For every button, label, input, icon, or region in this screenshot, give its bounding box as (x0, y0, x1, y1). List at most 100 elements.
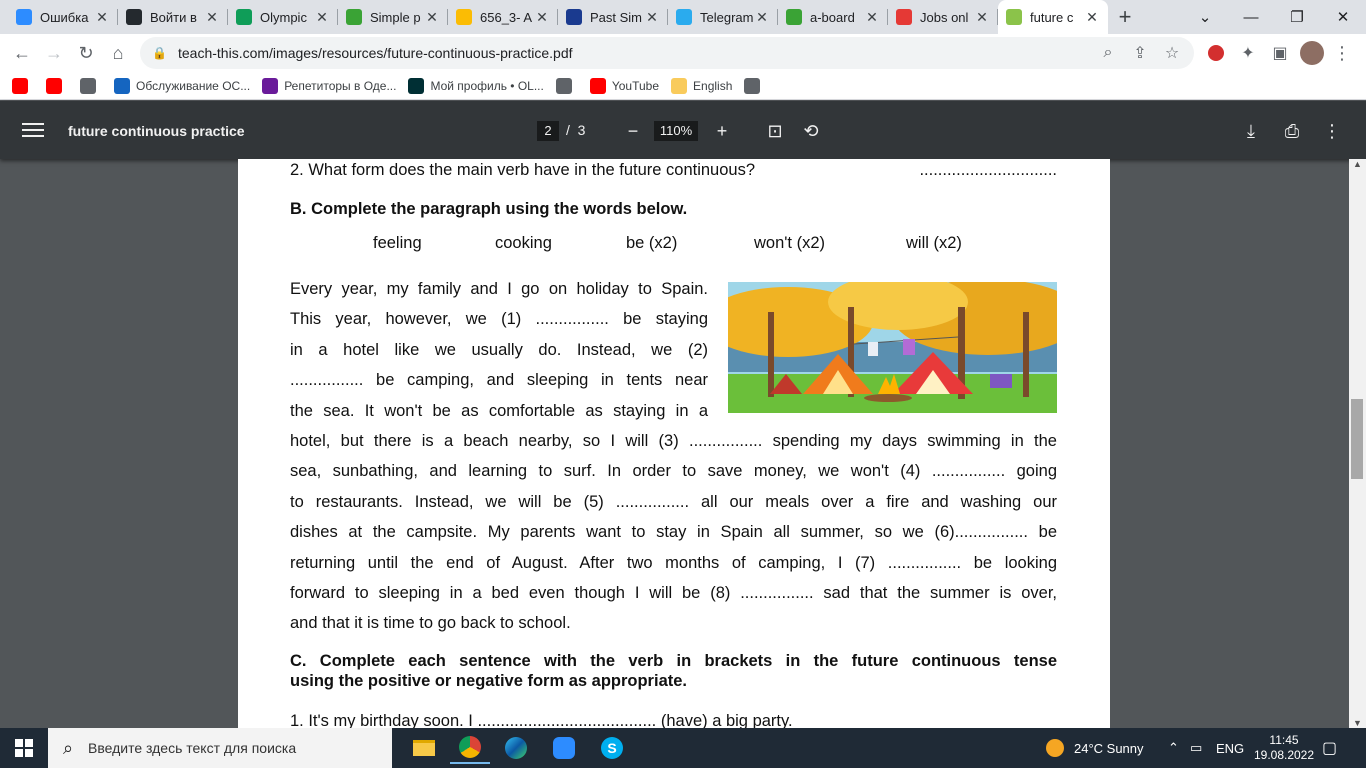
bookmark-item[interactable]: English (665, 74, 738, 98)
folder-icon (671, 77, 688, 94)
url-text: teach-this.com/images/resources/future-c… (178, 45, 573, 61)
download-icon[interactable]: ⤓ (1238, 118, 1264, 144)
zoom-level-input[interactable]: 110% (654, 121, 698, 141)
close-tab-icon[interactable]: ✕ (94, 9, 110, 26)
camping-illustration (728, 282, 1057, 413)
github-icon (126, 9, 142, 25)
chrome-taskbar-icon[interactable] (450, 732, 490, 764)
close-tab-icon[interactable]: ✕ (974, 9, 990, 26)
browser-tab[interactable]: Telegram ✕ (668, 0, 778, 34)
close-tab-icon[interactable]: ✕ (424, 9, 440, 26)
fit-page-icon[interactable]: ⊡ (762, 118, 788, 144)
maximize-button[interactable]: ❐ (1274, 0, 1320, 34)
close-tab-icon[interactable]: ✕ (534, 9, 550, 26)
extension-red-icon[interactable] (1200, 37, 1232, 69)
browser-tab[interactable]: Simple p ✕ (338, 0, 448, 34)
vertical-scrollbar[interactable]: ▲ ▼ (1349, 159, 1366, 728)
bookmark-star-icon[interactable]: ☆ (1156, 43, 1188, 63)
zoom-icon[interactable]: ⌕ (1092, 44, 1124, 62)
paragraph-line: Every year, my family and I go on holida… (290, 280, 708, 298)
file-explorer-icon[interactable] (404, 732, 444, 764)
bookmark-item[interactable] (550, 74, 584, 98)
skype-icon[interactable]: S (592, 732, 632, 764)
youtube-icon (589, 77, 606, 94)
browser-tab[interactable]: Past Sim ✕ (558, 0, 668, 34)
bookmark-item[interactable]: Репетиторы в Оде... (256, 74, 402, 98)
close-tab-icon[interactable]: ✕ (204, 9, 220, 26)
browser-tab[interactable]: future c ✕ (998, 0, 1108, 34)
weather-widget[interactable]: 24°C Sunny (1046, 728, 1144, 768)
profile-avatar[interactable] (1296, 37, 1328, 69)
pdf-menu-icon[interactable] (22, 119, 44, 141)
browser-tab[interactable]: Войти в ✕ (118, 0, 228, 34)
network-icon[interactable]: ▭ (1190, 728, 1202, 768)
notifications-icon[interactable]: ▢ (1322, 728, 1337, 768)
browser-tab[interactable]: 656_3- A ✕ (448, 0, 558, 34)
browser-tab[interactable]: Jobs onl ✕ (888, 0, 998, 34)
browser-tab[interactable]: Ошибка ✕ (8, 0, 118, 34)
word-bank-item: be (x2) (626, 234, 678, 252)
word-bank-item: cooking (495, 234, 552, 252)
bookmark-list: Обслуживание ОС... Репетиторы в Оде... Мой… (0, 74, 772, 98)
bookmark-item[interactable] (40, 74, 74, 98)
share-icon[interactable]: ⇪ (1124, 43, 1156, 63)
page-number-input[interactable]: 2 (537, 121, 559, 141)
bookmark-label: YouTube (611, 78, 660, 93)
paragraph-line: forward to sleeping in a bed even though… (290, 584, 1057, 602)
extensions-puzzle-icon[interactable]: ✦ (1232, 37, 1264, 69)
browser-tab[interactable]: Olympic ✕ (228, 0, 338, 34)
word-bank-item: feeling (373, 234, 422, 252)
home-button[interactable]: ⌂ (102, 37, 134, 69)
zoom-out-icon[interactable]: − (620, 118, 646, 144)
bookmark-item[interactable] (738, 74, 772, 98)
address-bar[interactable]: 🔒 teach-this.com/images/resources/future… (140, 37, 1194, 69)
clock[interactable]: 11:45 19.08.2022 (1254, 728, 1314, 768)
scrollbar-thumb[interactable] (1351, 399, 1363, 479)
section-b-heading: B. Complete the paragraph using the word… (290, 200, 688, 218)
taskbar-search-box[interactable]: ⌕ Введите здесь текст для поиска (48, 728, 392, 768)
close-tab-icon[interactable]: ✕ (1084, 9, 1100, 26)
edge-icon[interactable] (496, 732, 536, 764)
tab-title: 656_3- A (480, 9, 533, 25)
new-tab-button[interactable]: + (1108, 0, 1142, 34)
bookmark-item[interactable] (6, 74, 40, 98)
bookmark-item[interactable] (74, 74, 108, 98)
close-tab-icon[interactable]: ✕ (314, 9, 330, 26)
back-button[interactable]: ← (6, 37, 38, 69)
paragraph-line: This year, however, we (1) .............… (290, 310, 708, 329)
windows-start-icon[interactable] (4, 732, 44, 764)
paragraph-line: ................ be camping, and sleepin… (290, 371, 708, 390)
close-tab-icon[interactable]: ✕ (864, 9, 880, 26)
show-hidden-icons[interactable]: ⌃ (1168, 728, 1179, 768)
close-tab-icon[interactable]: ✕ (754, 9, 770, 26)
reload-button[interactable]: ↻ (70, 37, 102, 69)
minimize-button[interactable]: — (1228, 0, 1274, 34)
section-c-heading-line-2: using the positive or negative form as a… (290, 672, 687, 690)
tab-title: Simple p (370, 9, 421, 25)
rotate-icon[interactable]: ⟲ (798, 118, 824, 144)
bookmark-item[interactable]: Обслуживание ОС... (108, 74, 256, 98)
scroll-up-arrow-icon[interactable]: ▲ (1353, 159, 1362, 169)
zoom-in-icon[interactable]: + (709, 118, 735, 144)
close-tab-icon[interactable]: ✕ (644, 9, 660, 26)
tab-search-icon[interactable]: ⌄ (1182, 0, 1228, 34)
camping-scene-svg (728, 282, 1057, 413)
browser-menu-icon[interactable]: ⋮ (1326, 37, 1358, 69)
scroll-down-arrow-icon[interactable]: ▼ (1353, 718, 1362, 728)
search-placeholder: Введите здесь текст для поиска (88, 740, 297, 756)
print-icon[interactable]: ⎙ (1279, 118, 1305, 144)
word-bank-item: will (x2) (906, 234, 962, 252)
jobs-icon (896, 9, 912, 25)
bookmark-item[interactable]: Мой профиль • OL... (402, 74, 549, 98)
close-window-button[interactable]: ✕ (1320, 0, 1366, 34)
side-panel-icon[interactable]: ▣ (1264, 37, 1296, 69)
input-language[interactable]: ENG (1216, 728, 1244, 768)
browser-tab[interactable]: a-board ✕ (778, 0, 888, 34)
forward-button[interactable]: → (38, 37, 70, 69)
tab-title: Ошибка (40, 9, 89, 25)
zoom-app-icon[interactable] (544, 732, 584, 764)
clock-time: 11:45 (1269, 733, 1299, 747)
bookmark-item[interactable]: YouTube (584, 74, 665, 98)
zoom-icon (16, 9, 32, 25)
more-actions-icon[interactable]: ⋮ (1319, 118, 1345, 144)
